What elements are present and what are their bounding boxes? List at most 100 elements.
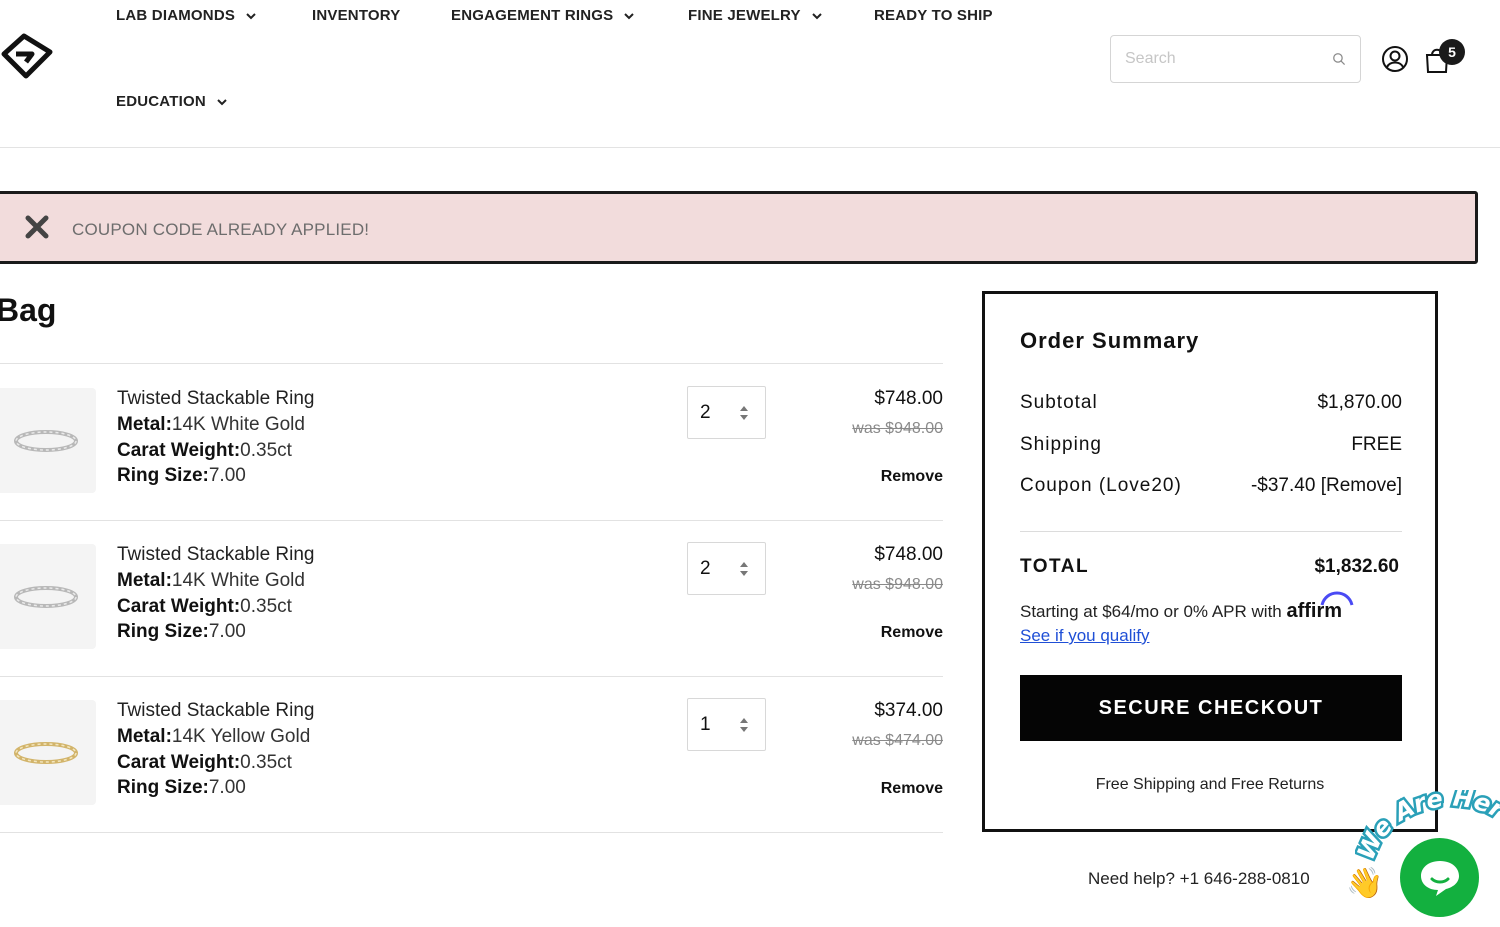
metal-label: Metal:	[117, 414, 172, 435]
metal-attr: Metal:14K Yellow Gold	[117, 726, 310, 748]
size-label: Ring Size:	[117, 621, 209, 642]
quantity-value: 1	[700, 713, 711, 735]
carat-attr: Carat Weight:0.35ct	[117, 596, 292, 618]
size-value: 7.00	[208, 621, 246, 642]
secure-checkout-button[interactable]: SECURE CHECKOUT	[1020, 675, 1402, 741]
remove-item-button[interactable]: Remove	[881, 624, 943, 642]
nav-education-label: EDUCATION	[116, 93, 206, 110]
metal-value: 14K White Gold	[171, 570, 305, 591]
carat-value: 0.35ct	[240, 440, 292, 461]
nav-ready-to-ship[interactable]: READY TO SHIP	[874, 7, 993, 24]
subtotal-value: $1,870.00	[1317, 392, 1402, 413]
site-header: LAB DIAMONDS INVENTORY ENGAGEMENT RINGS …	[0, 0, 1500, 148]
size-attr: Ring Size:7.00	[117, 465, 246, 487]
nav-engagement-rings[interactable]: ENGAGEMENT RINGS	[451, 7, 635, 24]
product-thumbnail[interactable]	[0, 544, 96, 649]
cart-item: Twisted Stackable Ring Metal:14K White G…	[0, 520, 943, 676]
carat-label: Carat Weight:	[117, 440, 241, 461]
chevron-down-icon	[246, 12, 256, 19]
remove-item-button[interactable]: Remove	[881, 468, 943, 486]
close-icon[interactable]	[24, 214, 50, 240]
quantity-stepper[interactable]: 2	[687, 542, 766, 595]
account-icon[interactable]	[1381, 45, 1409, 73]
product-name[interactable]: Twisted Stackable Ring	[117, 544, 315, 566]
nav-fine-jewelry[interactable]: FINE JEWELRY	[688, 7, 823, 24]
coupon-row: Coupon (Love20) -$37.40 [Remove]	[1020, 475, 1402, 497]
brand-logo-icon[interactable]	[0, 30, 58, 82]
shipping-label: Shipping	[1020, 434, 1102, 455]
affirm-financing-text: Starting at $64/mo or 0% APR with affirm	[1020, 591, 1354, 623]
item-was-price: was $474.00	[852, 732, 943, 749]
cart-item: Twisted Stackable Ring Metal:14K Yellow …	[0, 676, 943, 832]
metal-value: 14K White Gold	[171, 414, 305, 435]
product-thumbnail[interactable]	[0, 700, 96, 805]
affirm-arc-icon	[1321, 591, 1354, 606]
divider	[0, 832, 943, 833]
quantity-stepper[interactable]: 1	[687, 698, 766, 751]
ring-image	[14, 585, 78, 608]
carat-value: 0.35ct	[240, 596, 292, 617]
carat-label: Carat Weight:	[117, 752, 241, 773]
product-name[interactable]: Twisted Stackable Ring	[117, 700, 315, 722]
ring-image	[14, 429, 78, 452]
coupon-label: Coupon (Love20)	[1020, 475, 1182, 496]
affirm-logo: affirm	[1286, 591, 1354, 622]
item-was-price: was $948.00	[852, 420, 943, 437]
shipping-value: FREE	[1351, 434, 1402, 455]
nav-inventory[interactable]: INVENTORY	[312, 7, 400, 24]
item-price: $748.00	[874, 388, 943, 409]
size-value: 7.00	[208, 777, 246, 798]
item-price: $374.00	[874, 700, 943, 721]
search-icon[interactable]	[1332, 49, 1346, 69]
nav-ready-to-ship-label: READY TO SHIP	[874, 7, 993, 24]
cart-count-badge: 5	[1439, 39, 1465, 65]
stepper-arrows-icon[interactable]	[739, 715, 749, 735]
metal-label: Metal:	[117, 570, 172, 591]
nav-fine-jewelry-label: FINE JEWELRY	[688, 7, 801, 24]
product-name[interactable]: Twisted Stackable Ring	[117, 388, 315, 410]
chat-button[interactable]	[1400, 838, 1479, 917]
chevron-down-icon	[811, 12, 822, 19]
chevron-down-icon	[217, 98, 227, 105]
order-summary: Order Summary Subtotal $1,870.00 Shippin…	[982, 291, 1438, 832]
page-title: Bag	[0, 292, 57, 328]
size-label: Ring Size:	[117, 777, 209, 798]
chat-icon	[1420, 860, 1459, 896]
size-attr: Ring Size:7.00	[117, 621, 246, 643]
search-input[interactable]	[1125, 50, 1332, 68]
quantity-stepper[interactable]: 2	[687, 386, 766, 439]
metal-label: Metal:	[117, 726, 172, 747]
nav-education[interactable]: EDUCATION	[116, 93, 228, 110]
stepper-arrows-icon[interactable]	[739, 559, 749, 579]
product-thumbnail[interactable]	[0, 388, 96, 493]
remove-item-button[interactable]: Remove	[881, 780, 943, 798]
item-price: $748.00	[874, 544, 943, 565]
see-if-you-qualify-link[interactable]: See if you qualify	[1020, 626, 1149, 646]
size-attr: Ring Size:7.00	[117, 777, 246, 799]
metal-attr: Metal:14K White Gold	[117, 570, 305, 592]
waving-hand-icon: 👋	[1346, 867, 1384, 900]
size-label: Ring Size:	[117, 465, 209, 486]
stepper-arrows-icon[interactable]	[739, 403, 749, 423]
carat-attr: Carat Weight:0.35ct	[117, 440, 292, 462]
nav-inventory-label: INVENTORY	[312, 7, 401, 24]
chevron-down-icon	[624, 12, 635, 19]
coupon-value[interactable]: -$37.40 [Remove]	[1251, 475, 1402, 497]
metal-value: 14K Yellow Gold	[171, 726, 311, 747]
nav-engagement-rings-label: ENGAGEMENT RINGS	[451, 7, 614, 24]
coupon-alert: COUPON CODE ALREADY APPLIED!	[0, 191, 1478, 264]
quantity-value: 2	[700, 557, 711, 579]
summary-title: Order Summary	[1020, 328, 1200, 353]
subtotal-row: Subtotal $1,870.00	[1020, 392, 1402, 414]
total-value: $1,832.60	[1314, 556, 1399, 577]
carat-label: Carat Weight:	[117, 596, 241, 617]
ring-image	[14, 741, 78, 764]
item-was-price: was $948.00	[852, 576, 943, 593]
search-box	[1110, 35, 1361, 83]
divider	[1020, 531, 1402, 532]
metal-attr: Metal:14K White Gold	[117, 414, 305, 436]
nav-lab-diamonds[interactable]: LAB DIAMONDS	[116, 7, 257, 24]
carat-attr: Carat Weight:0.35ct	[117, 752, 292, 774]
help-phone[interactable]: Need help? +1 646-288-0810	[1088, 869, 1310, 889]
carat-value: 0.35ct	[240, 752, 292, 773]
